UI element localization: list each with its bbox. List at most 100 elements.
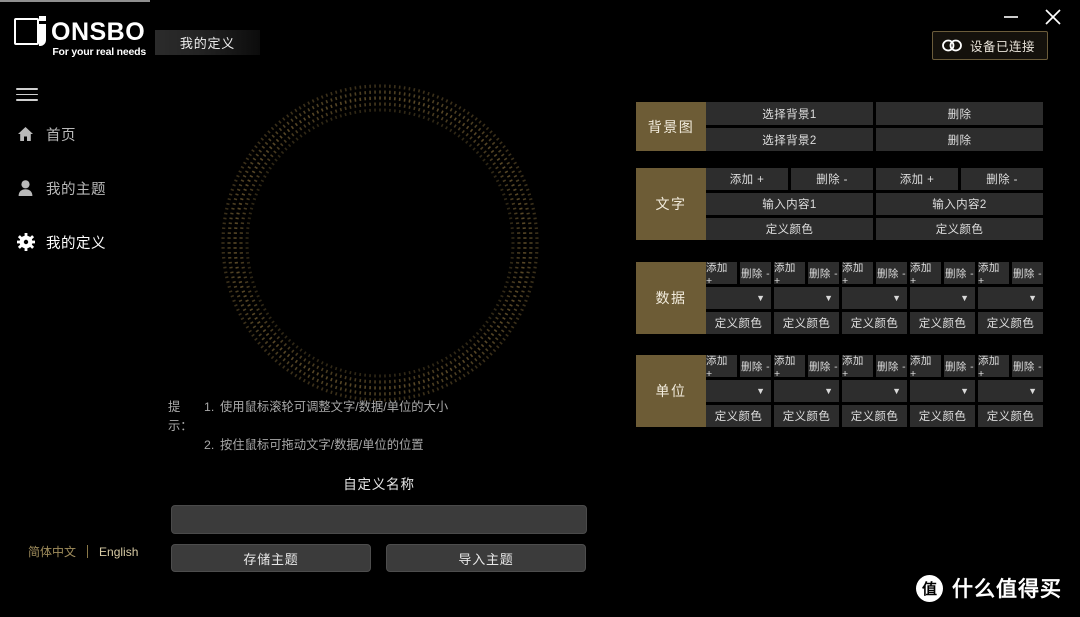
data-2-remove-button[interactable]: 删除 - (808, 262, 839, 284)
language-option-zh[interactable]: 简体中文 (28, 543, 76, 560)
unit-5-remove-button[interactable]: 删除 - (1012, 355, 1043, 377)
unit-4-remove-button[interactable]: 删除 - (944, 355, 975, 377)
data-5-color-button[interactable]: 定义颜色 (978, 312, 1043, 334)
text-1-add-button[interactable]: 添加 + (706, 168, 788, 190)
data-2-add-button[interactable]: 添加 + (774, 262, 805, 287)
data-4-dropdown[interactable]: ▼ (910, 287, 975, 309)
hint-1-num: 1. (204, 400, 215, 414)
hamburger-menu-icon[interactable] (16, 84, 38, 105)
tab-my-definition[interactable]: 我的定义 (155, 30, 260, 55)
sidebar-item-my-theme-label: 我的主题 (46, 181, 106, 198)
section-data-label: 数据 (636, 262, 706, 334)
chevron-down-icon: ▼ (960, 293, 969, 303)
sidebar-item-my-definition-label: 我的定义 (46, 235, 106, 252)
sidebar-item-my-definition[interactable]: 我的定义 (0, 228, 150, 256)
data-3-dropdown[interactable]: ▼ (842, 287, 907, 309)
text-1-color-button[interactable]: 定义颜色 (706, 218, 873, 240)
user-icon (16, 179, 35, 198)
chevron-down-icon: ▼ (892, 386, 901, 396)
select-background-1-button[interactable]: 选择背景1 (706, 102, 873, 125)
unit-1-remove-button[interactable]: 删除 - (740, 355, 771, 377)
chevron-down-icon: ▼ (1028, 293, 1037, 303)
unit-1-dropdown[interactable]: ▼ (706, 380, 771, 402)
import-theme-button[interactable]: 导入主题 (386, 544, 586, 572)
unit-5-add-button[interactable]: 添加 + (978, 355, 1009, 380)
brand-logo: ONSBO For your real needs (14, 16, 146, 58)
chevron-down-icon: ▼ (892, 293, 901, 303)
data-5-dropdown[interactable]: ▼ (978, 287, 1043, 309)
data-1-remove-button[interactable]: 删除 - (740, 262, 771, 284)
section-text-label: 文字 (636, 168, 706, 240)
unit-3-add-button[interactable]: 添加 + (842, 355, 873, 380)
custom-name-input[interactable] (171, 505, 587, 534)
unit-5-dropdown[interactable]: ▼ (978, 380, 1043, 402)
unit-4-dropdown[interactable]: ▼ (910, 380, 975, 402)
data-2-color-button[interactable]: 定义颜色 (774, 312, 839, 334)
unit-4-add-button[interactable]: 添加 + (910, 355, 941, 380)
data-4-color-button[interactable]: 定义颜色 (910, 312, 975, 334)
save-theme-label: 存储主题 (243, 551, 299, 567)
data-1-color-button[interactable]: 定义颜色 (706, 312, 771, 334)
minimize-button[interactable] (998, 4, 1024, 30)
select-background-2-button[interactable]: 选择背景2 (706, 128, 873, 151)
import-theme-label: 导入主题 (458, 551, 514, 567)
connection-status-badge: 设备已连接 (931, 31, 1048, 60)
unit-4-color-button[interactable]: 定义颜色 (910, 405, 975, 427)
text-1-remove-button[interactable]: 删除 - (791, 168, 873, 190)
text-2-input-button[interactable]: 输入内容2 (876, 193, 1043, 215)
home-icon (16, 125, 35, 144)
data-2-dropdown[interactable]: ▼ (774, 287, 839, 309)
watermark-badge-icon: 值 (916, 574, 943, 602)
unit-2-color-button[interactable]: 定义颜色 (774, 405, 839, 427)
link-chain-icon (942, 39, 962, 52)
section-data: 数据 添加 + 删除 - 添加 + 删除 - 添加 + 删除 - 添加 + 删除 - 添加 + 删… (636, 262, 1043, 334)
data-3-remove-button[interactable]: 删除 - (876, 262, 907, 284)
unit-5-color-button[interactable]: 定义颜色 (978, 405, 1043, 427)
custom-name-title: 自定义名称 (343, 477, 415, 492)
section-background-image: 背景图 选择背景1 删除 选择背景2 删除 (636, 102, 1043, 151)
data-1-dropdown[interactable]: ▼ (706, 287, 771, 309)
data-3-color-button[interactable]: 定义颜色 (842, 312, 907, 334)
section-unit-label: 单位 (636, 355, 706, 427)
chevron-down-icon: ▼ (756, 386, 765, 396)
unit-2-dropdown[interactable]: ▼ (774, 380, 839, 402)
data-4-add-button[interactable]: 添加 + (910, 262, 941, 287)
text-1-input-button[interactable]: 输入内容1 (706, 193, 873, 215)
unit-3-color-button[interactable]: 定义颜色 (842, 405, 907, 427)
data-5-add-button[interactable]: 添加 + (978, 262, 1009, 287)
hint-2-text: 按住鼠标可拖动文字/数据/单位的位置 (220, 438, 424, 452)
brand-tagline: For your real needs (52, 46, 146, 58)
text-2-remove-button[interactable]: 删除 - (961, 168, 1043, 190)
hint-2-num: 2. (204, 438, 215, 452)
section-text: 文字 添加 + 删除 - 添加 + 删除 - 输入内容1 输入内容2 定义颜色 … (636, 168, 1043, 240)
delete-background-2-button[interactable]: 删除 (876, 128, 1043, 151)
delete-background-1-button[interactable]: 删除 (876, 102, 1043, 125)
unit-3-dropdown[interactable]: ▼ (842, 380, 907, 402)
app-window: 设备已连接 ONSBO For your real needs 首页 我的主题 (0, 0, 1080, 617)
hint-1-text: 使用鼠标滚轮可调整文字/数据/单位的大小 (220, 400, 449, 414)
sidebar-item-my-theme[interactable]: 我的主题 (0, 174, 150, 202)
text-2-add-button[interactable]: 添加 + (876, 168, 958, 190)
language-switcher: 简体中文 English (28, 543, 138, 560)
hint-text: 提示： 1. 使用鼠标滚轮可调整文字/数据/单位的大小 2. 按住鼠标可拖动文字… (168, 398, 448, 455)
hint-lead-spacer (168, 436, 204, 455)
data-3-add-button[interactable]: 添加 + (842, 262, 873, 287)
unit-3-remove-button[interactable]: 删除 - (876, 355, 907, 377)
save-theme-button[interactable]: 存储主题 (171, 544, 371, 572)
chevron-down-icon: ▼ (756, 293, 765, 303)
connection-status-label: 设备已连接 (969, 40, 1035, 54)
unit-1-color-button[interactable]: 定义颜色 (706, 405, 771, 427)
language-option-en[interactable]: English (99, 545, 138, 559)
data-1-add-button[interactable]: 添加 + (706, 262, 737, 287)
sidebar-item-home[interactable]: 首页 (0, 120, 150, 148)
close-button[interactable] (1040, 4, 1066, 30)
data-4-remove-button[interactable]: 删除 - (944, 262, 975, 284)
preview-canvas[interactable] (215, 78, 545, 408)
unit-2-remove-button[interactable]: 删除 - (808, 355, 839, 377)
text-2-color-button[interactable]: 定义颜色 (876, 218, 1043, 240)
section-background-image-label: 背景图 (636, 102, 706, 151)
chevron-down-icon: ▼ (1028, 386, 1037, 396)
data-5-remove-button[interactable]: 删除 - (1012, 262, 1043, 284)
unit-2-add-button[interactable]: 添加 + (774, 355, 805, 380)
unit-1-add-button[interactable]: 添加 + (706, 355, 737, 380)
